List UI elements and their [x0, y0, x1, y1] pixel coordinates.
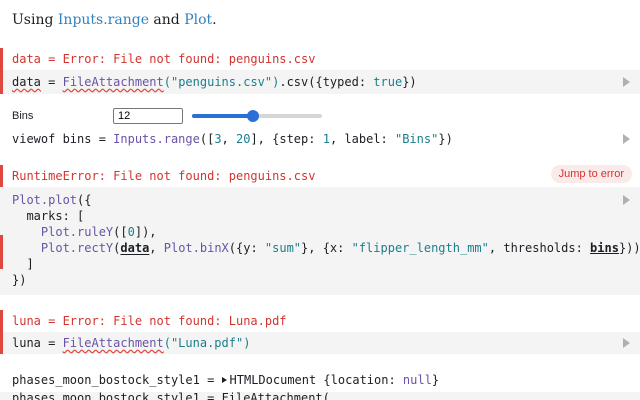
code-token: 3 [214, 132, 222, 146]
code-token: location [330, 373, 389, 387]
plot-code[interactable]: Plot.plot({ marks: [ Plot.ruleY([0]), Pl… [12, 192, 640, 288]
code-token: phases_moon_bostock_style1 = FileAttachm… [12, 392, 330, 400]
error-marker [0, 165, 3, 187]
code-token: , [149, 241, 164, 255]
bins-slider-thumb[interactable] [247, 110, 259, 122]
code-token: ([ [113, 225, 128, 239]
code-token: HTMLDocument { [229, 373, 331, 387]
intro-suffix: . [212, 12, 217, 28]
bins-number-input[interactable]: 12 [113, 108, 183, 124]
code-token: data [120, 241, 150, 255]
code-token: , thresholds: [488, 241, 591, 255]
run-icon[interactable] [623, 77, 630, 87]
luna-error-output: luna = Error: File not found: Luna.pdf [12, 314, 287, 328]
code-token: ("penguins.csv") [163, 75, 280, 89]
code-token: ("Luna.pdf") [163, 336, 251, 350]
error-marker [0, 332, 3, 354]
code-token: 0 [127, 225, 135, 239]
code-token: "sum" [264, 241, 302, 255]
run-icon[interactable] [623, 134, 630, 144]
code-token: : [388, 373, 403, 387]
error-marker [0, 310, 3, 332]
code-token: typed [322, 75, 359, 89]
code-token: })) [618, 241, 640, 255]
intro-prefix: Using [12, 12, 58, 28]
code-token: marks: [ [12, 209, 85, 223]
plot-error-output: RuntimeError: File not found: penguins.c… [12, 169, 316, 183]
code-token: Plot.binX [163, 241, 229, 255]
code-token: ([ [199, 132, 215, 146]
bins-code[interactable]: viewof bins = Inputs.range([3, 20], {ste… [12, 131, 453, 147]
code-token: }, {x: [301, 241, 352, 255]
luna-code[interactable]: luna = FileAttachment("Luna.pdf") [12, 335, 250, 351]
code-token: true [373, 75, 403, 89]
error-marker [0, 48, 3, 70]
code-token: FileAttachment [62, 336, 164, 350]
code-token: null [402, 373, 432, 387]
error-marker [0, 235, 3, 269]
code-token: "Bins" [394, 132, 439, 146]
code-token: : [380, 132, 395, 146]
run-icon[interactable] [623, 338, 630, 348]
code-token: Plot.ruleY [40, 225, 114, 239]
code-token: viewof bins = [12, 132, 114, 146]
code-token: label [344, 132, 381, 146]
code-token: "flipper_length_mm" [351, 241, 489, 255]
code-token: , [221, 132, 236, 146]
code-token: : [358, 75, 374, 89]
code-token: bins [590, 241, 619, 255]
jump-to-error-button[interactable]: Jump to error [550, 165, 632, 183]
intro-middle: and [148, 12, 185, 28]
expand-triangle-icon[interactable] [221, 377, 227, 383]
code-token: }) [402, 75, 417, 89]
code-token: ] [12, 257, 34, 271]
code-token: 1 [322, 132, 330, 146]
code-token: Plot.rectY [40, 241, 114, 255]
code-token: step [279, 132, 309, 146]
bins-label: Bins [12, 110, 34, 122]
data-code[interactable]: data = FileAttachment("penguins.csv").cs… [12, 74, 417, 90]
code-token: .csv({ [279, 75, 323, 89]
code-token: Inputs.range [113, 132, 200, 146]
code-token: }) [12, 273, 27, 287]
intro-text: Using Inputs.range and Plot. [12, 12, 217, 28]
code-token: ], { [250, 132, 280, 146]
code-token: } [431, 373, 440, 387]
phases-output[interactable]: phases_moon_bostock_style1 = HTMLDocumen… [12, 372, 439, 388]
code-token: luna = [12, 336, 63, 350]
bins-slider-fill [192, 114, 253, 118]
plot-link[interactable]: Plot [184, 12, 212, 28]
error-marker [0, 70, 3, 94]
code-token: }) [438, 132, 453, 146]
code-token: 20 [236, 132, 251, 146]
code-token: Plot.plot [12, 193, 78, 207]
code-token: data [12, 75, 41, 89]
data-error-output: data = Error: File not found: penguins.c… [12, 52, 316, 66]
code-token: ({ [77, 193, 92, 207]
code-token: FileAttachment [62, 75, 164, 89]
code-token: : [308, 132, 323, 146]
inputs-range-link[interactable]: Inputs.range [58, 12, 149, 28]
code-token: = [40, 75, 63, 89]
code-token: , [329, 132, 345, 146]
code-token: phases_moon_bostock_style1 = [12, 373, 222, 387]
code-token: ({y: [228, 241, 265, 255]
phases-code[interactable]: phases_moon_bostock_style1 = FileAttachm… [12, 392, 330, 400]
code-token: ]), [134, 225, 157, 239]
